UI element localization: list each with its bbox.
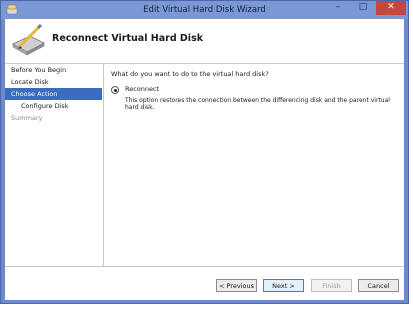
wizard-body: Reconnect Virtual Hard Disk Before You B… (5, 19, 404, 300)
wizard-header: Reconnect Virtual Hard Disk (5, 19, 404, 64)
minimize-button[interactable]: – (326, 1, 350, 15)
previous-button[interactable]: < Previous (216, 279, 257, 292)
close-button[interactable]: ✕ (376, 1, 406, 15)
reconnect-description: This option restores the connection betw… (125, 97, 390, 111)
step-locate-disk[interactable]: Locate Disk (5, 76, 102, 88)
maximize-button[interactable]: □ (351, 1, 375, 15)
step-summary: Summary (11, 114, 43, 122)
next-button[interactable]: Next > (263, 279, 304, 292)
reconnect-option[interactable]: Reconnect (111, 85, 400, 95)
cancel-button[interactable]: Cancel (358, 279, 399, 292)
step-content: What do you want to do to the virtual ha… (111, 70, 400, 111)
wizard-steps-nav: Before You Begin Locate Disk Choose Acti… (5, 64, 102, 264)
step-choose-action[interactable]: Choose Action (5, 88, 102, 100)
page-title: Reconnect Virtual Hard Disk (52, 33, 204, 44)
step-configure-disk[interactable]: Configure Disk (5, 100, 102, 112)
reconnect-radio[interactable] (111, 86, 119, 94)
step-before-you-begin[interactable]: Before You Begin (5, 64, 102, 76)
finish-button: Finish (311, 279, 352, 292)
sidebar-divider (103, 64, 104, 266)
action-question: What do you want to do to the virtual ha… (111, 70, 269, 78)
title-bar[interactable]: Edit Virtual Hard Disk Wizard – □ ✕ (1, 1, 408, 19)
wizard-footer: < Previous Next > Finish Cancel (5, 266, 404, 300)
reconnect-label[interactable]: Reconnect (125, 85, 159, 93)
wizard-window: Edit Virtual Hard Disk Wizard – □ ✕ Reco… (0, 0, 409, 304)
wizard-disk-icon (12, 24, 45, 56)
